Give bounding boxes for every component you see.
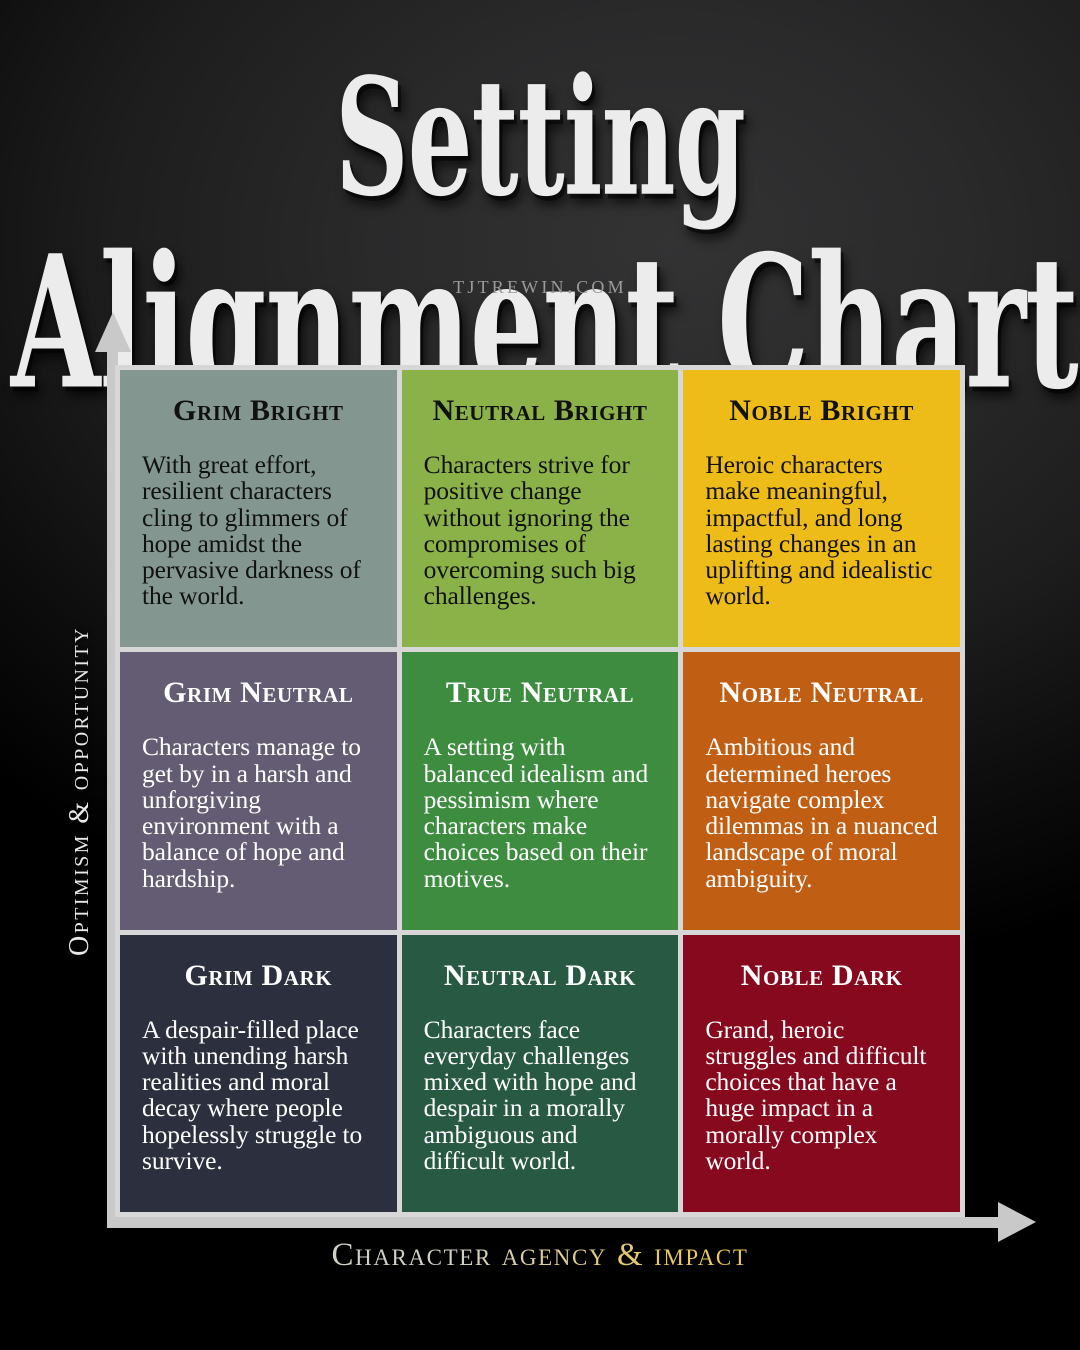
alignment-cell-body: Grand, heroic struggles and difficult ch…	[705, 1014, 927, 1175]
alignment-grid: Grim Bright With great effort, resilient …	[115, 365, 965, 1217]
alignment-cell: Neutral Dark Characters face everyday cha…	[401, 934, 679, 1212]
alignment-cell-title: Neutral Bright	[432, 394, 648, 427]
x-axis-label: Character agency & impact	[0, 1237, 1080, 1274]
poster-canvas: Setting Alignment Chart TJTREWIN.COM Opt…	[0, 0, 1080, 1350]
title-block: Setting Alignment Chart	[0, 57, 1080, 414]
alignment-cell-body: A setting with balanced idealism and pes…	[423, 732, 649, 893]
alignment-cell-title: Grim Neutral	[163, 676, 354, 710]
alignment-cell: Neutral Bright Characters strive for posi…	[401, 370, 679, 648]
alignment-cell-title: Neutral Dark	[443, 958, 637, 992]
alignment-cell-title: Grim Dark	[184, 958, 333, 992]
alignment-cell: Grim Neutral Characters manage to get by …	[120, 652, 397, 930]
alignment-cell: Noble Dark Grand, heroic struggles and di…	[683, 934, 960, 1212]
alignment-cell-title: Noble Bright	[729, 394, 915, 427]
alignment-cell: Noble Neutral Ambitious and determined he…	[683, 652, 960, 930]
arrow-right-icon	[998, 1202, 1036, 1242]
alignment-cell-body: Ambitious and determined heroes navigate…	[705, 732, 938, 893]
y-axis-label: Optimism & opportunity	[64, 626, 95, 956]
alignment-cell: Grim Bright With great effort, resilient …	[120, 370, 397, 648]
alignment-cell-body: With great effort, resilient characters …	[142, 450, 361, 611]
subtitle-website: TJTREWIN.COM	[453, 272, 627, 299]
alignment-cell-body: A despair-filled place with unending har…	[142, 1014, 363, 1175]
alignment-cell-title: Noble Dark	[740, 958, 903, 992]
alignment-cell-title: Noble Neutral	[719, 676, 924, 710]
alignment-cell: Noble Bright Heroic characters make meani…	[683, 370, 960, 648]
alignment-cell-body: Characters face everyday challenges mixe…	[423, 1014, 637, 1175]
arrow-up-icon	[95, 312, 131, 352]
alignment-cell-body: Characters manage to get by in a harsh a…	[142, 732, 361, 893]
alignment-cell: Grim Dark A despair-filled place with une…	[120, 934, 397, 1212]
alignment-cell: True Neutral A setting with balanced idea…	[401, 652, 679, 930]
alignment-cell-title: Grim Bright	[173, 394, 344, 427]
title-line-setting: Setting	[335, 41, 746, 233]
alignment-cell-body: Characters strive for positive change wi…	[423, 450, 636, 611]
x-axis-line	[107, 1217, 1000, 1228]
alignment-cell-body: Heroic characters make meaningful, impac…	[705, 450, 933, 611]
alignment-cell-title: True Neutral	[445, 676, 635, 710]
